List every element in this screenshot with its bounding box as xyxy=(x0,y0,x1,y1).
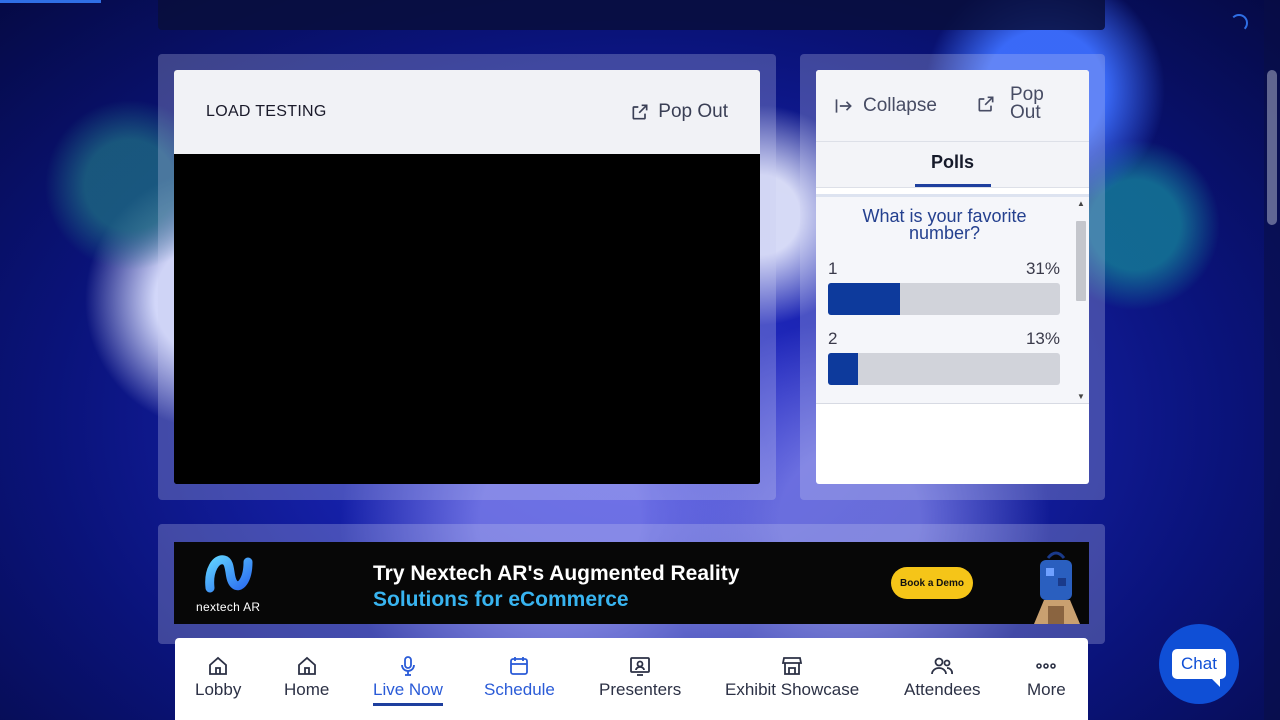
nav-item-exhibit-showcase[interactable]: Exhibit Showcase xyxy=(725,654,859,700)
poll-option: 2 13% xyxy=(828,329,1060,385)
session-title: LOAD TESTING xyxy=(206,103,327,120)
poll-option-label: 1 xyxy=(828,259,838,278)
sidebar-header: Collapse Pop Out xyxy=(816,70,1089,142)
nav-item-label: Attendees xyxy=(904,680,981,699)
banner-subheadline: Solutions for eCommerce xyxy=(373,588,629,611)
scroll-down-arrow-icon[interactable]: ▼ xyxy=(1077,392,1085,401)
nav-item-label: Live Now xyxy=(373,680,443,699)
video-player-card: LOAD TESTING Pop Out xyxy=(174,70,760,484)
handbag-illustration xyxy=(1034,551,1080,624)
video-header: LOAD TESTING Pop Out xyxy=(174,70,760,154)
microphone-icon xyxy=(401,656,415,676)
sidebar-tabs: Polls xyxy=(816,142,1089,188)
page-scrollbar[interactable] xyxy=(1264,0,1280,720)
page-scrollbar-thumb[interactable] xyxy=(1267,70,1277,225)
chat-label: Chat xyxy=(1181,654,1217,673)
active-nav-indicator xyxy=(373,703,443,706)
external-link-icon xyxy=(632,104,648,120)
poll-option-bar-fill xyxy=(828,283,900,315)
nav-item-live-now[interactable]: Live Now xyxy=(373,654,443,700)
tab-polls[interactable]: Polls xyxy=(914,142,991,187)
people-icon xyxy=(931,657,954,675)
poll-scrollbar[interactable]: ▲ ▼ xyxy=(1075,197,1087,403)
poll-scrollbar-thumb[interactable] xyxy=(1076,221,1086,301)
poll-option-label: 2 xyxy=(828,329,838,348)
collapse-arrow-icon xyxy=(835,98,852,113)
poll-option-percent: 13% xyxy=(1025,329,1060,348)
poll-option-percent: 31% xyxy=(1025,259,1060,278)
video-popout-button[interactable]: Pop Out xyxy=(630,101,728,123)
loading-spinner-icon xyxy=(1230,14,1248,32)
more-dots-icon xyxy=(1036,663,1057,669)
storefront-icon xyxy=(781,657,803,675)
loading-progress-bar xyxy=(0,0,101,3)
nextech-logo-icon xyxy=(205,555,253,593)
nav-item-presenters[interactable]: Presenters xyxy=(599,654,681,700)
sponsor-banner[interactable]: nextech AR Try Nextech AR's Augmented Re… xyxy=(174,542,1089,624)
nav-item-label: Exhibit Showcase xyxy=(725,680,860,699)
nav-item-lobby[interactable]: Lobby xyxy=(195,654,241,700)
nav-item-label: Lobby xyxy=(195,680,242,699)
scroll-up-arrow-icon[interactable]: ▲ xyxy=(1077,199,1085,208)
nav-item-schedule[interactable]: Schedule xyxy=(484,654,555,700)
poll-question: What is your favorite number? xyxy=(862,206,1027,243)
video-popout-label: Pop Out xyxy=(658,101,728,122)
top-header-strip xyxy=(158,0,1105,30)
nav-item-more[interactable]: More xyxy=(1027,654,1066,700)
poll-option-bar xyxy=(828,353,1060,385)
poll-results: What is your favorite number? 1 31% 2 13… xyxy=(816,194,1089,404)
presenter-icon xyxy=(630,657,650,676)
poll-option: 1 31% xyxy=(828,259,1060,315)
chat-bubble-icon: Chat xyxy=(1172,649,1226,687)
nav-item-attendees[interactable]: Attendees xyxy=(904,654,981,700)
book-demo-button[interactable]: Book a Demo xyxy=(891,567,973,599)
home-icon xyxy=(209,656,228,675)
calendar-icon xyxy=(510,657,529,675)
home-icon xyxy=(297,656,316,675)
banner-headline: Try Nextech AR's Augmented Reality xyxy=(373,562,740,585)
nav-item-label: Home xyxy=(284,680,330,699)
nav-item-label: Presenters xyxy=(599,680,682,699)
nav-item-label: Schedule xyxy=(484,680,555,699)
video-stream[interactable] xyxy=(174,154,760,484)
banner-logo-text: nextech AR xyxy=(196,600,261,614)
sidebar-popout-label-line2: Out xyxy=(1010,102,1041,123)
engagement-sidebar: Collapse Pop Out Polls What is your favo… xyxy=(816,70,1089,484)
bottom-navigation: Lobby Home Live Now Schedule Presenters … xyxy=(175,638,1088,720)
sidebar-popout-button[interactable]: Pop Out xyxy=(976,85,1050,123)
nav-item-label: More xyxy=(1027,680,1066,699)
collapse-label: Collapse xyxy=(863,94,937,116)
poll-option-bar xyxy=(828,283,1060,315)
chat-button[interactable]: Chat xyxy=(1159,624,1239,704)
external-link-icon xyxy=(978,96,994,112)
collapse-button[interactable]: Collapse xyxy=(834,95,937,117)
poll-option-bar-fill xyxy=(828,353,859,385)
nav-item-home[interactable]: Home xyxy=(284,654,329,700)
